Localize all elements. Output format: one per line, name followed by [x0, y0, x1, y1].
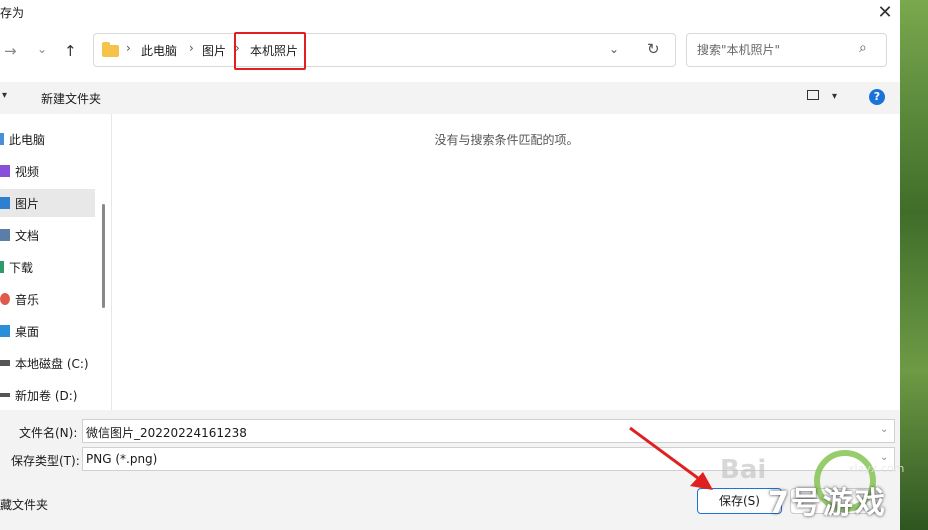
hide-folders-toggle[interactable]: 藏文件夹: [0, 496, 48, 513]
sidebar-item-pictures[interactable]: 图片: [0, 189, 95, 217]
sidebar-item-label: 文档: [15, 228, 40, 243]
address-dropdown-icon[interactable]: ⌄: [609, 42, 619, 56]
close-icon: ✕: [877, 1, 893, 23]
breadcrumb-pictures[interactable]: 图片: [202, 42, 226, 59]
download-icon: [0, 261, 4, 273]
computer-icon: [0, 133, 4, 145]
desktop-icon: [0, 325, 10, 337]
sidebar-item-label: 视频: [15, 164, 40, 179]
up-arrow-icon[interactable]: ↑: [64, 42, 77, 60]
breadcrumb-separator-icon: ›: [189, 41, 194, 55]
new-folder-button[interactable]: 新建文件夹: [41, 90, 101, 107]
search-icon[interactable]: ⌕: [859, 40, 867, 56]
recent-locations-chevron-icon[interactable]: ⌄: [37, 42, 47, 56]
sidebar-item-this-pc[interactable]: 此电脑: [0, 125, 95, 153]
pictures-icon: [0, 197, 10, 209]
drive-icon: [0, 393, 10, 397]
breadcrumb-this-pc[interactable]: 此电脑: [141, 42, 177, 59]
logo-text: 7号游戏: [768, 486, 887, 521]
sidebar-item-label: 桌面: [15, 324, 40, 339]
filename-label: 文件名(N):: [19, 426, 78, 440]
dialog-title: 存为: [0, 6, 25, 20]
video-icon: [0, 165, 10, 177]
refresh-icon[interactable]: ↻: [647, 40, 660, 58]
sidebar-item-videos[interactable]: 视频: [0, 157, 95, 185]
sidebar-item-label: 新加卷 (D:): [15, 388, 78, 403]
drive-icon: [0, 360, 10, 366]
sidebar-item-downloads[interactable]: 下载: [0, 253, 95, 281]
breadcrumb-separator-icon: ›: [126, 41, 131, 55]
navigation-pane: 此电脑 视频 图片 文档 下载 音乐 桌面 本地磁盘 (C:) 新加卷 (D:): [0, 114, 111, 410]
logo-site-text: xlayx.com: [848, 462, 905, 475]
search-box[interactable]: ⌕: [686, 33, 887, 67]
sidebar-item-drive-c[interactable]: 本地磁盘 (C:): [0, 349, 95, 377]
sidebar-item-label: 下载: [9, 260, 34, 275]
sidebar-item-label: 本地磁盘 (C:): [15, 356, 89, 371]
sidebar-item-label: 图片: [15, 196, 40, 211]
sidebar-item-desktop[interactable]: 桌面: [0, 317, 95, 345]
help-icon[interactable]: ?: [869, 89, 885, 105]
command-bar: ▾ 新建文件夹 ▾ ?: [0, 82, 900, 114]
sidebar-item-label: 此电脑: [9, 132, 46, 147]
close-button[interactable]: ✕: [870, 0, 900, 24]
breadcrumb-highlight-box: [234, 32, 306, 70]
sidebar-scrollbar[interactable]: [102, 204, 105, 308]
folder-icon: [102, 42, 119, 57]
search-input[interactable]: [695, 42, 849, 58]
forward-arrow-icon[interactable]: →: [4, 42, 17, 60]
documents-icon: [0, 229, 10, 241]
navigation-row: → ⌄ ↑ › 此电脑 › 图片 › 本机照片 ⌄ ↻ ⌕: [0, 30, 900, 76]
view-icon[interactable]: [807, 90, 819, 100]
music-icon: [0, 293, 10, 305]
filename-dropdown-icon[interactable]: ⌄: [880, 424, 888, 435]
view-dropdown-icon[interactable]: ▾: [832, 91, 837, 102]
empty-results-message: 没有与搜索条件匹配的项。: [434, 133, 579, 147]
sidebar-item-label: 音乐: [15, 292, 40, 307]
file-list-pane[interactable]: 没有与搜索条件匹配的项。: [111, 114, 900, 410]
address-bar[interactable]: › 此电脑 › 图片 › 本机照片 ⌄ ↻: [93, 32, 676, 70]
title-bar: 存为 ✕: [0, 0, 900, 26]
sidebar-item-documents[interactable]: 文档: [0, 221, 95, 249]
filetype-label: 保存类型(T):: [11, 454, 80, 468]
sidebar-item-drive-d[interactable]: 新加卷 (D:): [0, 381, 95, 409]
sidebar-item-music[interactable]: 音乐: [0, 285, 95, 313]
organize-dropdown-icon[interactable]: ▾: [2, 90, 7, 101]
